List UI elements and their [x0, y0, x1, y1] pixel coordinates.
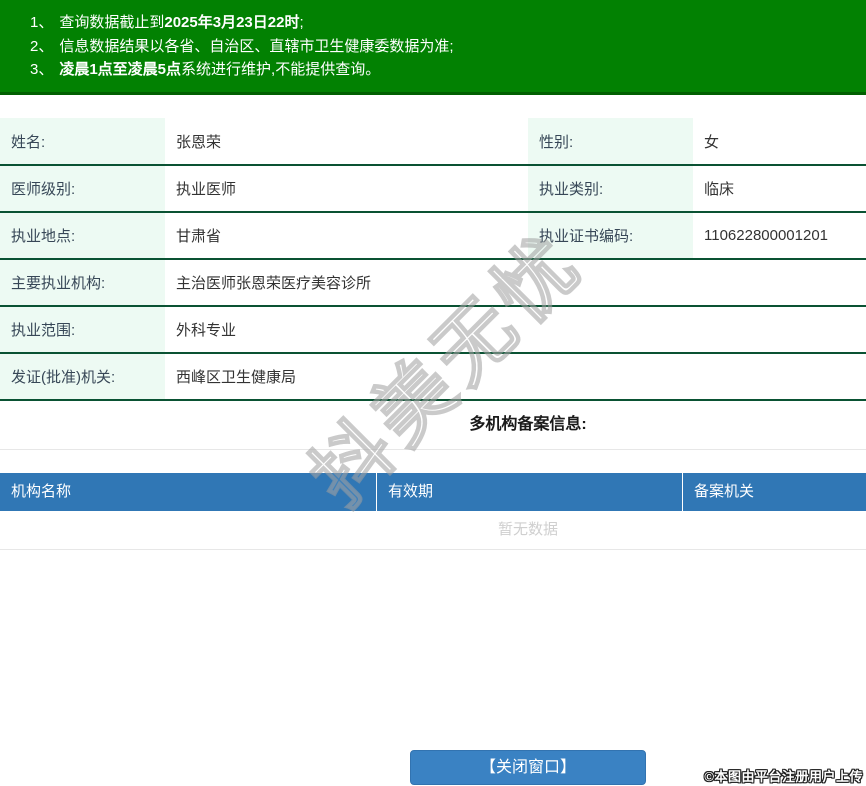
notice-line-1: 1、 查询数据截止到2025年3月23日22时; [30, 11, 856, 35]
field-label-gender: 性别: [528, 118, 693, 166]
field-label-certificate-no: 执业证书编码: [528, 212, 693, 260]
query-result-page: 1、 查询数据截止到2025年3月23日22时; 2、 信息数据结果以各省、自治区、… [0, 0, 866, 786]
notice-1-text: 查询数据截止到 [59, 14, 165, 31]
column-header-validity-period: 有效期 [376, 473, 682, 511]
registration-table-header: 机构名称 有效期 备案机关 [0, 473, 866, 511]
table-row: 医师级别: 执业医师 执业类别: 临床 [0, 165, 866, 213]
table-row: 执业范围: 外科专业 [0, 306, 866, 354]
empty-state-text: 暂无数据 [497, 521, 558, 538]
field-label-name: 姓名: [0, 118, 165, 166]
notice-1-num: 1、 [30, 14, 54, 31]
notice-1-post: ; [299, 14, 304, 31]
notice-3-bold: 凌晨1点至凌晨5点 [59, 61, 182, 78]
field-label-practice-category: 执业类别: [528, 165, 693, 213]
column-header-institution-name: 机构名称 [11, 483, 72, 500]
field-value-doctor-level: 执业医师 [165, 165, 528, 213]
field-value-certificate-no: 110622800001201 [693, 212, 866, 260]
field-value-name: 张恩荣 [165, 118, 528, 166]
platform-credit-watermark: ©本图由平台注册用户上传 [704, 769, 863, 784]
column-header-registration-authority: 备案机关 [682, 473, 866, 511]
notice-line-3: 3、 凌晨1点至凌晨5点系统进行维护,不能提供查询。 [30, 58, 856, 82]
field-value-practice-scope: 外科专业 [165, 306, 866, 354]
table-row: 姓名: 张恩荣 性别: 女 [0, 118, 866, 166]
field-label-practice-location: 执业地点: [0, 212, 165, 260]
close-window-button[interactable]: 【关闭窗口】 [410, 750, 646, 785]
field-label-issuing-authority: 发证(批准)机关: [0, 353, 165, 401]
notice-2-num: 2、 [30, 37, 54, 55]
field-value-practice-location: 甘肃省 [165, 212, 528, 260]
table-row: 执业地点: 甘肃省 执业证书编码: 110622800001201 [0, 212, 866, 260]
notice-line-2: 2、 信息数据结果以各省、自治区、直辖市卫生健康委数据为准; [30, 35, 856, 59]
table-row: 发证(批准)机关: 西峰区卫生健康局 [0, 353, 866, 401]
field-label-doctor-level: 医师级别: [0, 165, 165, 213]
notice-banner: 1、 查询数据截止到2025年3月23日22时; 2、 信息数据结果以各省、自治区、… [0, 0, 866, 95]
notice-2-text: 信息数据结果以各省、自治区、直辖市卫生健康委数据为准; [59, 37, 454, 55]
table-row: 主要执业机构: 主治医师张恩荣医疗美容诊所 [0, 259, 866, 307]
field-value-main-institution: 主治医师张恩荣医疗美容诊所 [165, 259, 866, 307]
field-label-main-institution: 主要执业机构: [0, 259, 165, 307]
field-value-gender: 女 [693, 118, 866, 166]
divider [0, 549, 866, 550]
field-value-practice-category: 临床 [693, 165, 866, 213]
notice-1-bold: 2025年3月23日22时 [164, 14, 300, 31]
notice-3-post: 系统进行维护,不能提供查询。 [181, 61, 381, 78]
notice-3-num: 3、 [30, 61, 54, 78]
field-value-issuing-authority: 西峰区卫生健康局 [165, 353, 866, 401]
field-label-practice-scope: 执业范围: [0, 306, 165, 354]
multi-institution-section-title: 多机构备案信息: [469, 416, 587, 433]
practitioner-info-table: 姓名: 张恩荣 性别: 女 医师级别: 执业医师 执业类别: 临床 执业地点: … [0, 118, 866, 401]
